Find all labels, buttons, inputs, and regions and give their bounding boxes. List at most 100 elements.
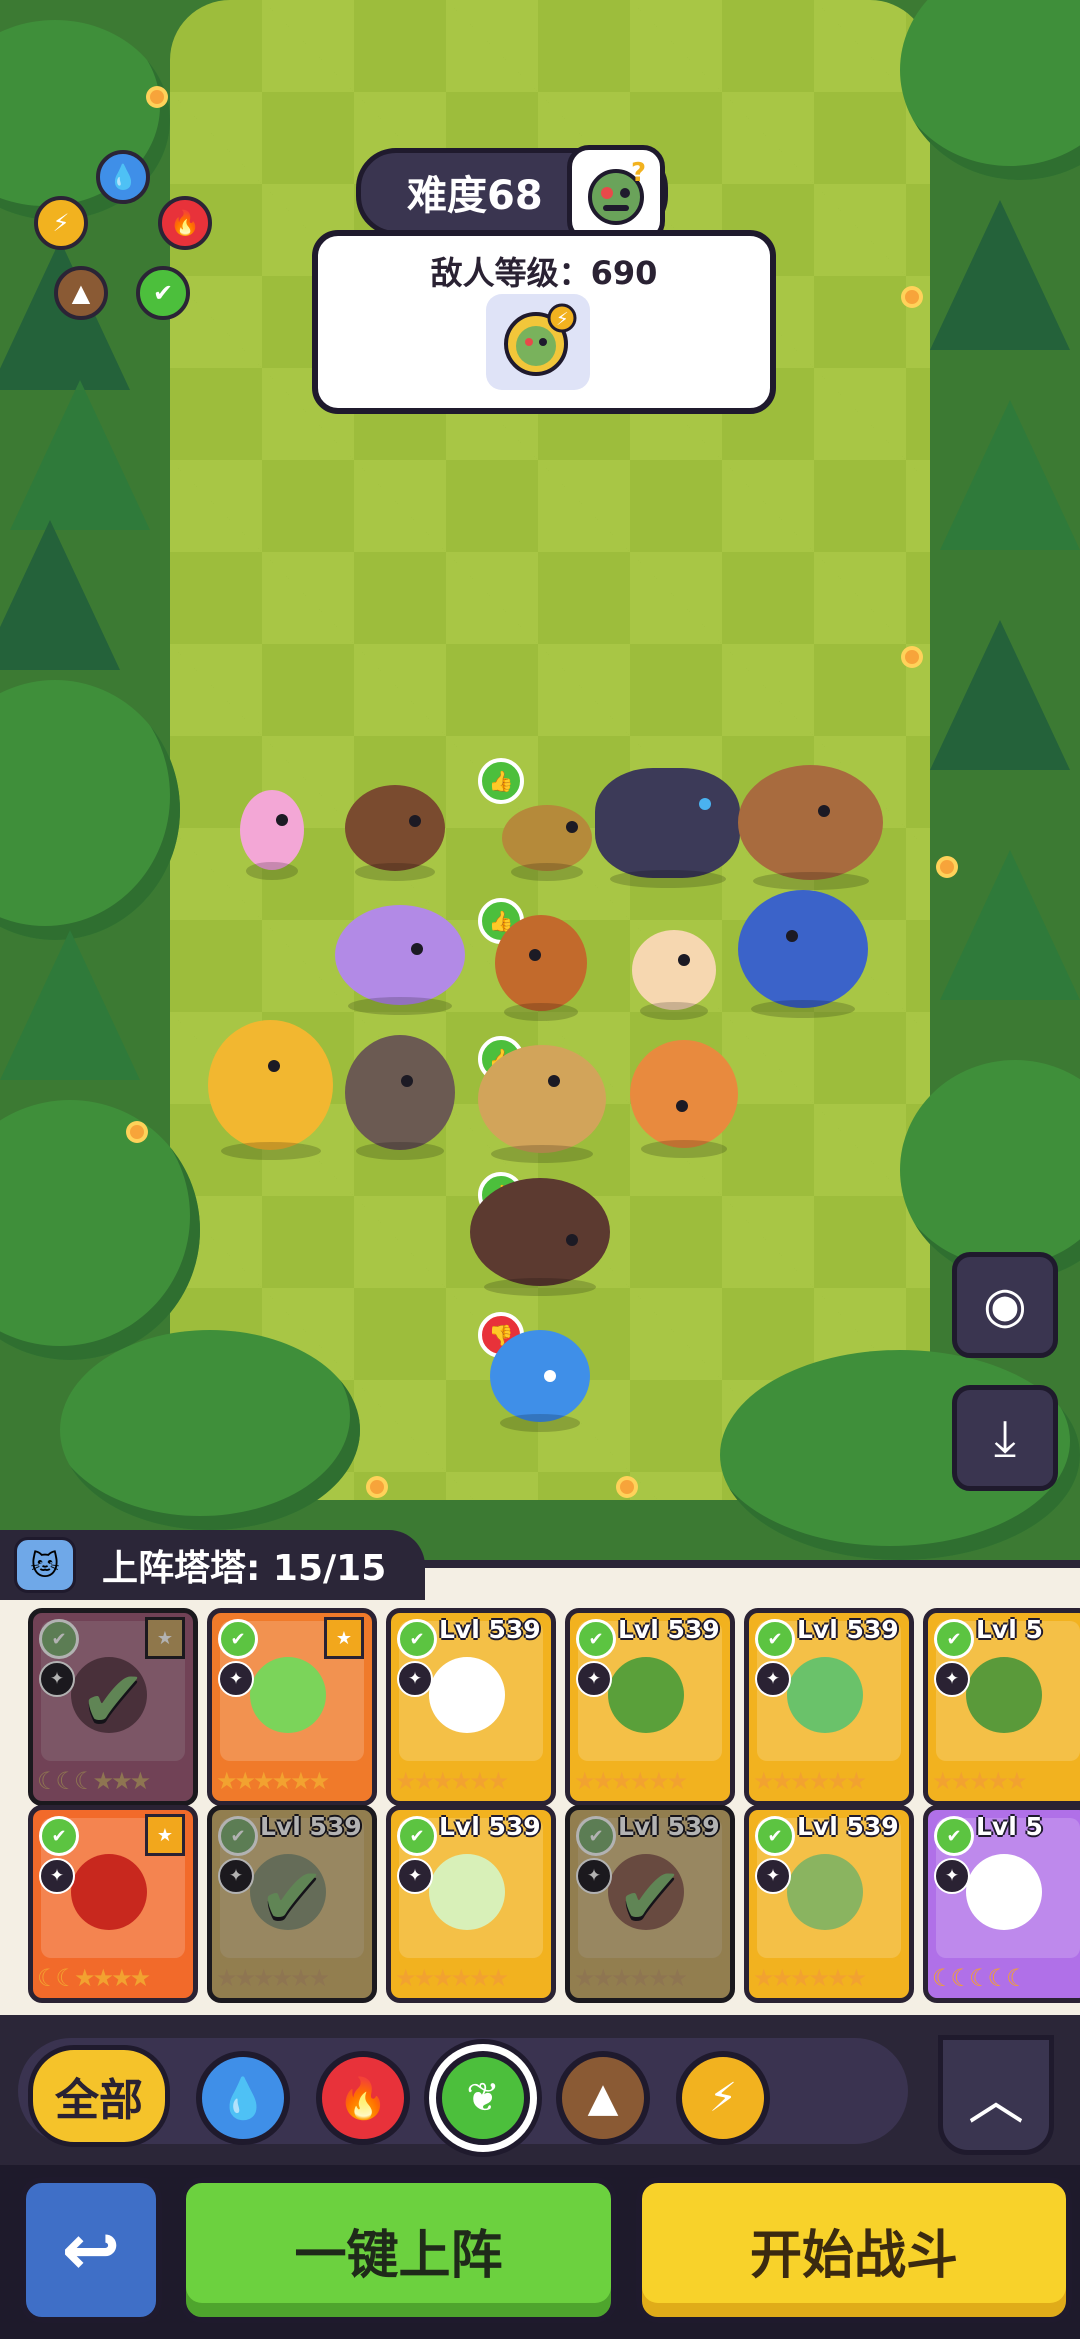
raccoon-unit[interactable] xyxy=(345,1035,455,1160)
flower xyxy=(150,90,164,104)
role-icon: ✦ xyxy=(934,1661,970,1697)
brown-ferret-unit[interactable] xyxy=(345,785,445,881)
card-level-label: Lvl 5 xyxy=(976,1615,1043,1644)
star-rating: ★★★★★★ xyxy=(395,1964,509,1992)
filter-all-button[interactable]: 全部 xyxy=(28,2045,170,2147)
favorite-star-icon: ★ xyxy=(145,1814,185,1856)
pine-tree xyxy=(0,520,120,670)
flower xyxy=(370,1480,384,1494)
grass-element-icon: ✔ xyxy=(39,1816,79,1856)
expand-deck-button[interactable]: ︿ xyxy=(938,2035,1054,2155)
tower-card[interactable]: ✔ ✦ Lvl 5 ★★★★★ xyxy=(923,1608,1080,1806)
card-level-label: Lvl 539 xyxy=(797,1615,899,1644)
sunflower-unit[interactable] xyxy=(208,1020,333,1160)
tower-card[interactable]: ✔ ✦ Lvl 539 ★★★★★★ xyxy=(386,1805,556,2003)
tower-card[interactable]: ✔ ✦ Lvl 5 ☾☾☾☾☾ xyxy=(923,1805,1080,2003)
auto-deploy-button[interactable]: 一键上阵 xyxy=(180,2177,617,2323)
chicken-unit[interactable] xyxy=(632,930,716,1020)
pet-menu-button[interactable]: ◉ xyxy=(952,1252,1058,1358)
pine-tree xyxy=(930,620,1070,770)
tower-card[interactable]: ✔ ✦ Lvl 539 ★★★★★★ xyxy=(565,1608,735,1806)
role-icon: ✦ xyxy=(39,1858,75,1894)
blue-bat-unit[interactable] xyxy=(738,890,868,1018)
water-drop-icon: 💧 xyxy=(218,2075,268,2122)
snail-bear-unit[interactable] xyxy=(495,915,587,1021)
star-rating: ☾☾☾★★★ xyxy=(37,1767,151,1795)
star-rating: ★★★★★★ xyxy=(753,1964,867,1992)
filter-lightning-button[interactable]: ⚡ xyxy=(676,2051,770,2145)
star-rating: ★★★★★★ xyxy=(574,1964,688,1992)
return-arrow-icon: ↩ xyxy=(61,2209,121,2291)
fire-icon: 🔥 xyxy=(158,196,212,250)
filter-earth-button[interactable]: ▲ xyxy=(556,2051,650,2145)
lightning-icon: ⚡ xyxy=(34,196,88,250)
tower-card[interactable]: ✔ ✦ Lvl 539 ★★★★★★ xyxy=(744,1805,914,2003)
ghost-unit[interactable] xyxy=(490,1330,590,1432)
pine-tree xyxy=(0,930,140,1080)
fire-icon: 🔥 xyxy=(338,2075,388,2122)
flower xyxy=(905,290,919,304)
grass-element-icon: ✔ xyxy=(576,1619,616,1659)
star-rating: ★★★★★★ xyxy=(216,1964,330,1992)
card-level-label: Lvl 539 xyxy=(260,1812,362,1841)
cat-face-icon: ◉ xyxy=(983,1276,1027,1334)
grass-element-icon: ✔ xyxy=(755,1816,795,1856)
role-icon: ✦ xyxy=(755,1858,791,1894)
thumbs-up-icon: 👍 xyxy=(478,758,524,804)
tower-card[interactable]: ✔ ✦ Lvl 539 ★★★★★★ ✔ xyxy=(207,1805,377,2003)
creature-portrait xyxy=(966,1657,1042,1733)
card-level-label: Lvl 539 xyxy=(439,1812,541,1841)
start-battle-button[interactable]: 开始战斗 xyxy=(636,2177,1072,2323)
tower-card[interactable]: ✔ ✦ ★ ★★★★★★ xyxy=(207,1608,377,1806)
creature-portrait xyxy=(787,1657,863,1733)
pink-axolotl-unit[interactable] xyxy=(240,790,304,880)
tower-deck: ✔ ✦ ★ ☾☾☾★★★ ✔ ✔ ✦ ★ ★★★★★★ ✔ ✦ Lvl 539 ★★★★★★ ✔ ✦ Lvl … xyxy=(0,1560,1080,2023)
filter-fire-button[interactable]: 🔥 xyxy=(316,2051,410,2145)
bear-unit[interactable] xyxy=(738,765,883,890)
battlefield: 💧 🔥 ✔ ▲ ⚡ 难度68 ? 敌人等级：690 ⚡ 👍 👍 👎 ◉ ⤓ xyxy=(0,0,1080,1560)
tower-card[interactable]: ✔ ✦ Lvl 539 ★★★★★★ xyxy=(386,1608,556,1806)
turtle-unit[interactable] xyxy=(502,805,592,881)
star-rating: ☾☾★★★★ xyxy=(37,1964,151,1992)
role-icon: ✦ xyxy=(934,1858,970,1894)
element-cycle-chart[interactable]: 💧 🔥 ✔ ▲ ⚡ xyxy=(34,150,212,320)
creature-portrait xyxy=(429,1854,505,1930)
grass-element-icon: ✔ xyxy=(397,1619,437,1659)
card-level-label: Lvl 539 xyxy=(797,1812,899,1841)
enemy-boss-icon[interactable]: ⚡ xyxy=(486,294,590,390)
back-button[interactable]: ↩ xyxy=(20,2177,162,2323)
earth-icon: ▲ xyxy=(54,266,108,320)
godzilla-unit[interactable] xyxy=(595,768,740,888)
tower-card[interactable]: ✔ ✦ Lvl 539 ★★★★★★ ✔ xyxy=(565,1805,735,2003)
filter-water-button[interactable]: 💧 xyxy=(196,2051,290,2145)
grass-icon: ✔ xyxy=(136,266,190,320)
tower-card[interactable]: ✔ ✦ Lvl 539 ★★★★★★ xyxy=(744,1608,914,1806)
download-lineup-button[interactable]: ⤓ xyxy=(952,1385,1058,1491)
tower-card[interactable]: ✔ ✦ ★ ☾☾☾★★★ ✔ xyxy=(28,1608,198,1806)
creature-portrait xyxy=(966,1854,1042,1930)
forest-bush xyxy=(60,1330,360,1530)
mushroom-unit[interactable] xyxy=(630,1040,738,1158)
deployed-count-label: 上阵塔塔: 15/15 xyxy=(102,1548,387,1589)
purple-fox-unit[interactable] xyxy=(335,905,465,1015)
difficulty-label: 难度68 xyxy=(407,173,543,219)
pine-tree xyxy=(940,400,1080,550)
hamster-unit[interactable] xyxy=(478,1045,606,1163)
favorite-star-icon: ★ xyxy=(324,1617,364,1659)
forest-bush xyxy=(0,680,180,940)
grass-element-icon: ✔ xyxy=(218,1619,258,1659)
leaf-icon: ❦ xyxy=(466,2075,500,2121)
star-rating: ★★★★★★ xyxy=(574,1767,688,1795)
role-icon: ✦ xyxy=(218,1661,254,1697)
svg-text:?: ? xyxy=(631,161,646,188)
zombie-boss-icon[interactable]: ? xyxy=(567,145,665,243)
star-rating: ★★★★★★ xyxy=(216,1767,330,1795)
flower xyxy=(130,1125,144,1139)
deployed-check-icon: ✔ xyxy=(258,1850,326,1943)
star-rating: ★★★★★★ xyxy=(395,1767,509,1795)
download-icon: ⤓ xyxy=(993,1408,1017,1467)
card-level-label: Lvl 5 xyxy=(976,1812,1043,1841)
boar-unit[interactable] xyxy=(470,1178,610,1296)
tower-card[interactable]: ✔ ✦ ★ ☾☾★★★★ xyxy=(28,1805,198,2003)
filter-grass-button[interactable]: ❦ xyxy=(436,2051,530,2145)
